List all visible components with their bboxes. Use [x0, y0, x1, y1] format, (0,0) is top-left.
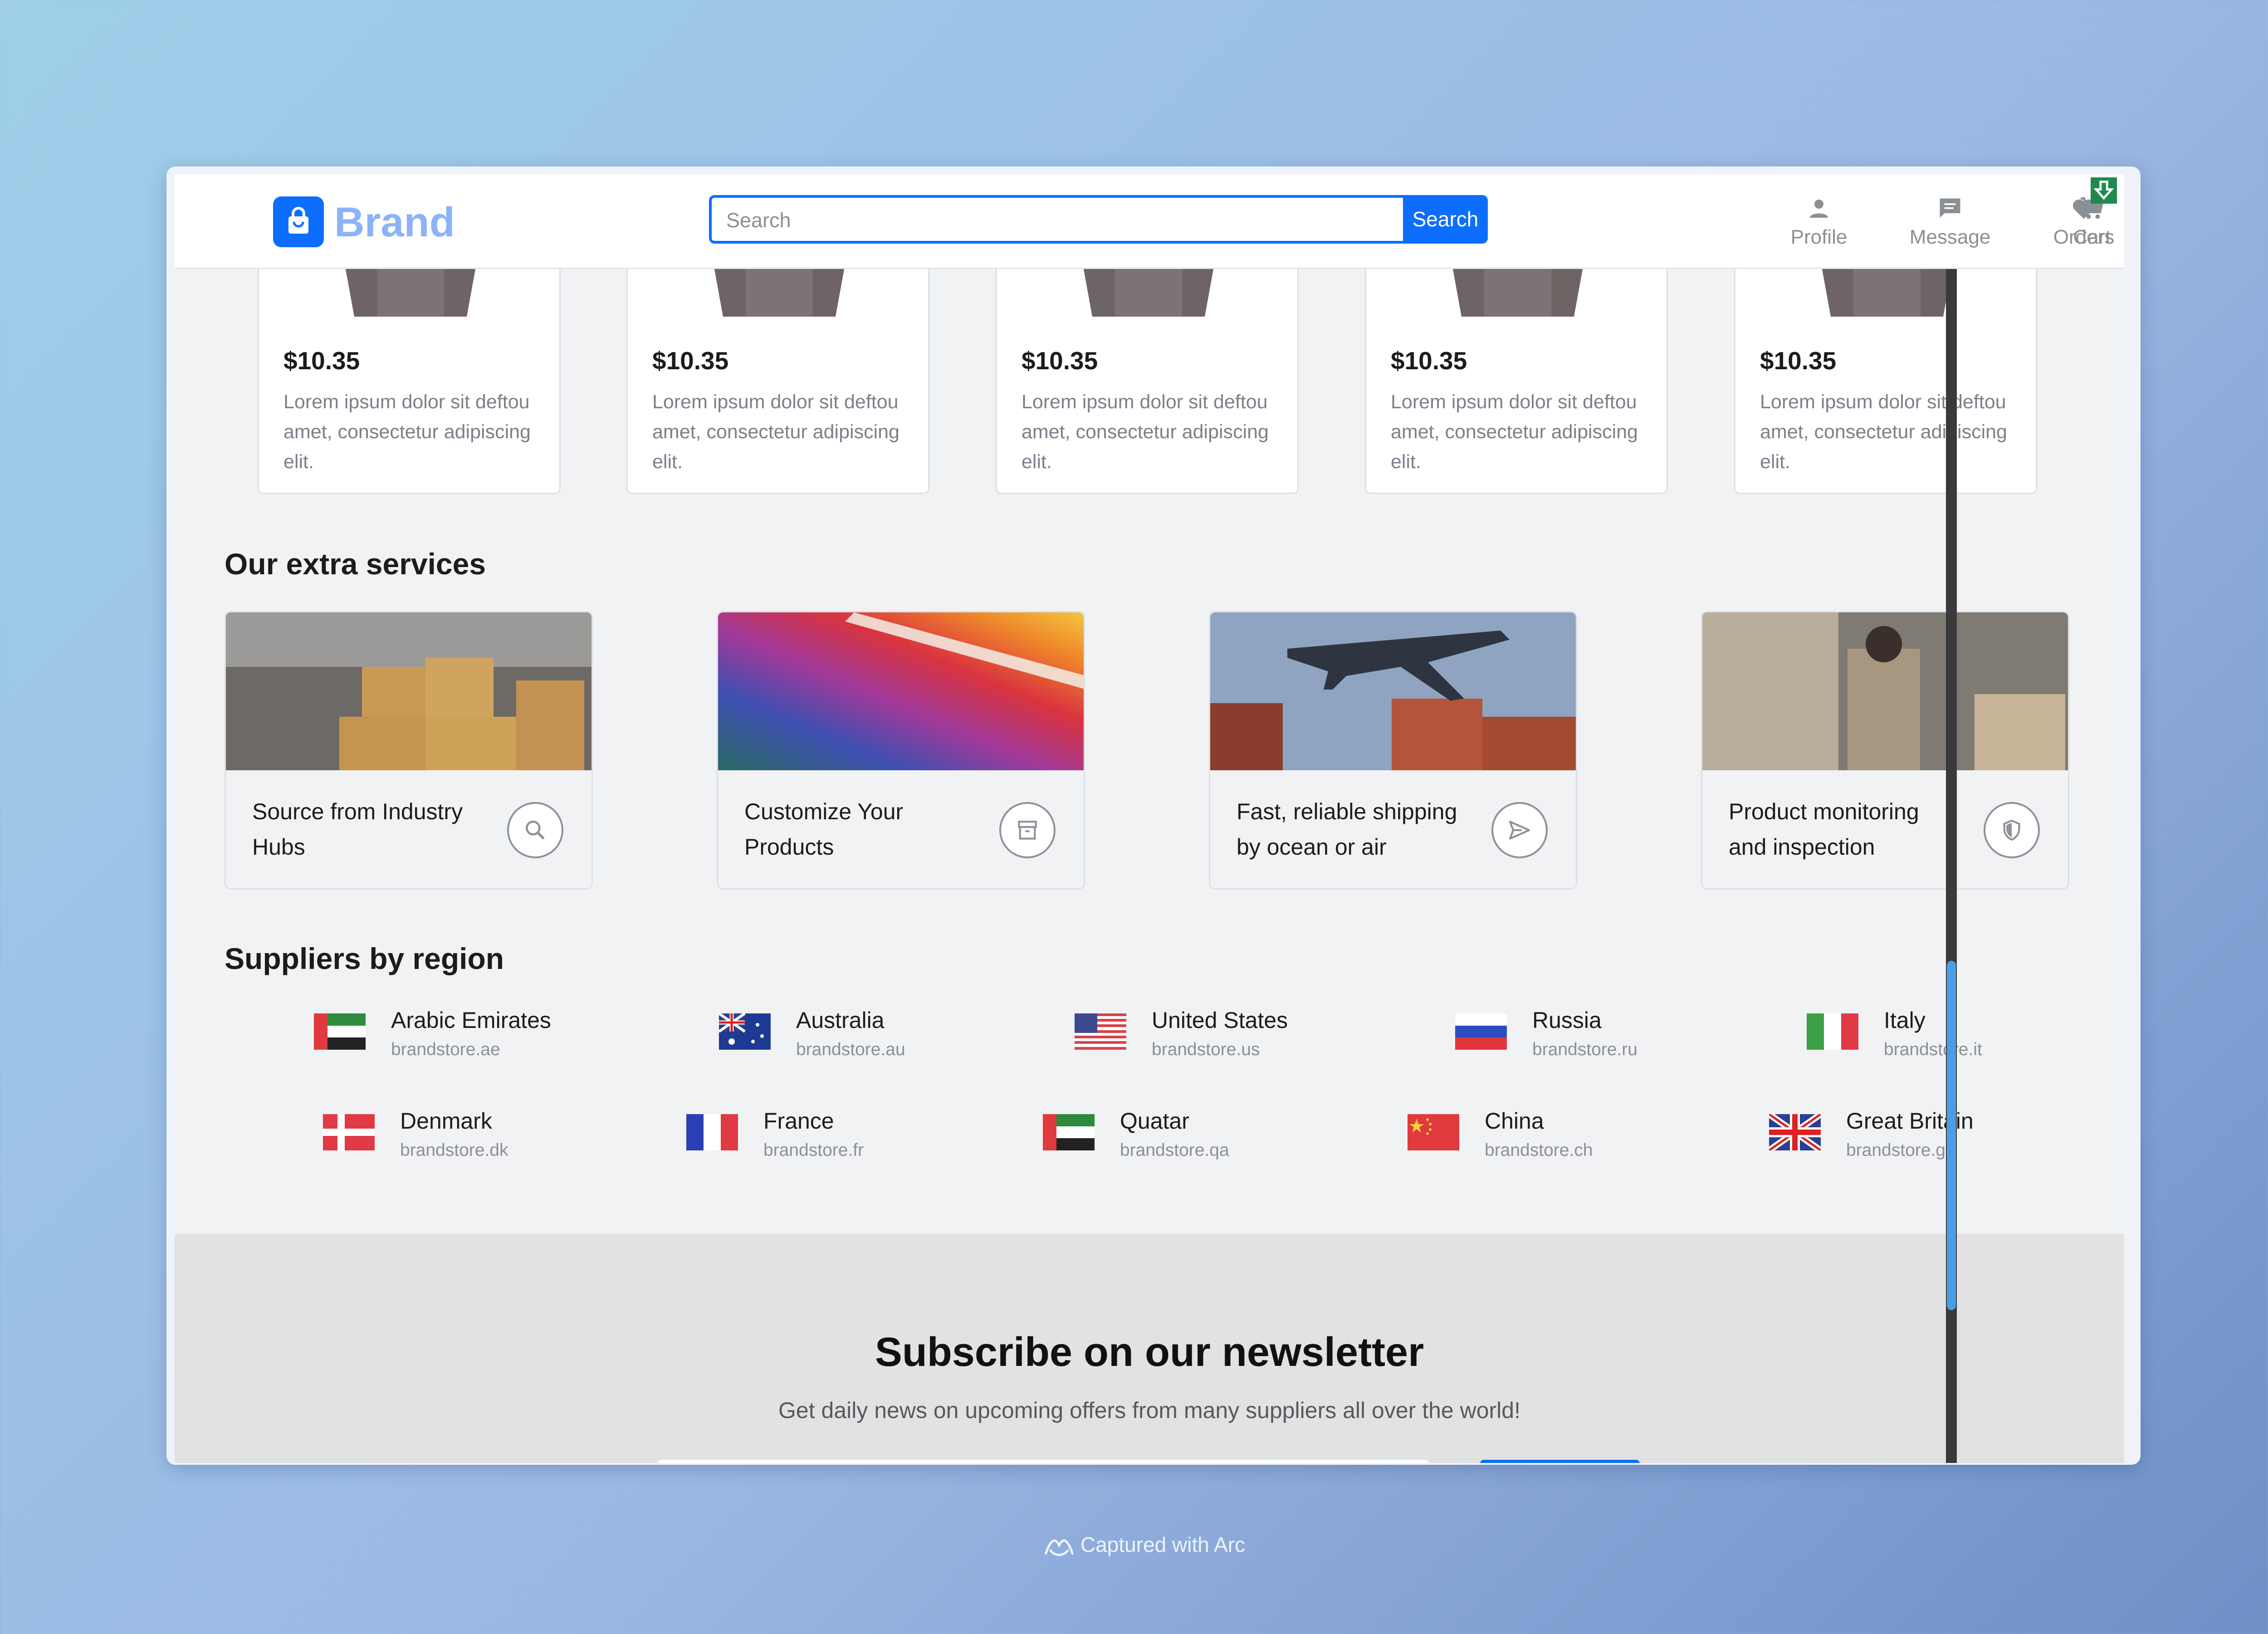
arc-capture-label: Captured with Arc — [1043, 1532, 1245, 1559]
region-item-au[interactable]: Australia brandstore.au — [719, 1007, 1036, 1071]
search-icon[interactable] — [507, 802, 563, 858]
region-name: Denmark — [400, 1108, 492, 1134]
region-site[interactable]: brandstore.fr — [763, 1140, 864, 1160]
region-name: Italy — [1884, 1008, 1926, 1033]
person-icon — [1810, 200, 1828, 218]
region-site[interactable]: brandstore.ae — [391, 1040, 500, 1060]
service-label: Product monitoring and inspection — [1729, 799, 1919, 860]
service-card[interactable]: Source from Industry Hubs — [225, 611, 593, 890]
region-item-ru[interactable]: Russia brandstore.ru — [1455, 1007, 1773, 1071]
flag-russia-icon — [1455, 1013, 1507, 1050]
region-name: France — [763, 1108, 834, 1134]
nav-profile[interactable]: Profile — [1767, 195, 1871, 254]
send-icon[interactable] — [1491, 802, 1548, 858]
archive-icon[interactable] — [999, 802, 1056, 858]
search-placeholder: Search — [726, 209, 791, 232]
product-description: Lorem ipsum dolor sit deftou amet, conse… — [1391, 391, 1638, 473]
brand-logo-icon[interactable] — [273, 196, 324, 247]
newsletter-title: Subscribe on our newsletter — [875, 1330, 1424, 1375]
arc-capture-text: Captured with Arc — [1080, 1533, 1246, 1556]
region-item-fr[interactable]: France brandstore.fr — [686, 1108, 1004, 1171]
nav-label: Profile — [1790, 226, 1848, 248]
newsletter-subtitle: Get daily news on upcoming offers from m… — [778, 1398, 1520, 1423]
nav-message[interactable]: Message — [1898, 195, 2002, 254]
service-label: Customize Your Products — [744, 799, 904, 860]
region-item-ae[interactable]: Arabic Emirates brandstore.ae — [314, 1007, 631, 1071]
service-card[interactable]: Product monitoring and inspection — [1701, 611, 2069, 890]
product-price: $10.35 — [652, 347, 729, 375]
region-site[interactable]: brandstore.ru — [1532, 1040, 1637, 1060]
nav-label: Message — [1909, 226, 1991, 248]
plane-containers-image — [1210, 612, 1576, 770]
newsletter-email-input[interactable] — [658, 1460, 1429, 1463]
product-description: Lorem ipsum dolor sit deftou amet, conse… — [284, 391, 531, 473]
nav-label: Cart — [2073, 226, 2111, 248]
region-site[interactable]: brandstore.gb — [1846, 1140, 1955, 1160]
newsletter-subscribe-button[interactable] — [1480, 1460, 1640, 1463]
color-swatches-image — [718, 612, 1084, 770]
services-heading: Our extra services — [225, 547, 486, 581]
region-site[interactable]: brandstore.it — [1884, 1040, 1982, 1060]
region-name: Australia — [796, 1008, 885, 1033]
shield-icon[interactable] — [1984, 802, 2040, 858]
service-label: Source from Industry Hubs — [252, 799, 463, 860]
flag-uae-icon — [314, 1013, 366, 1050]
flag-uk-icon — [1769, 1114, 1821, 1150]
scrollbar-thumb[interactable] — [1947, 961, 1956, 1310]
region-site[interactable]: brandstore.qa — [1120, 1140, 1229, 1160]
product-description: Lorem ipsum dolor sit deftou amet, conse… — [1022, 391, 1269, 473]
region-item-it[interactable]: Italy brandstore.it — [1807, 1007, 2124, 1071]
region-name: Arabic Emirates — [391, 1008, 551, 1033]
search-input[interactable]: Search — [709, 195, 1403, 244]
brand-name[interactable]: Brand — [334, 197, 455, 247]
service-card[interactable]: Fast, reliable shipping by ocean or air — [1209, 611, 1577, 890]
flag-france-icon — [686, 1114, 738, 1150]
newsletter-section: Subscribe on our newsletter Get daily ne… — [175, 1234, 2124, 1463]
message-icon — [1940, 198, 1960, 218]
product-description: Lorem ipsum dolor sit deftou amet, conse… — [652, 391, 899, 473]
product-price: $10.35 — [284, 347, 360, 375]
region-item-us[interactable]: United States brandstore.us — [1075, 1007, 1392, 1071]
flag-australia-icon — [719, 1013, 771, 1050]
flag-china-icon — [1408, 1114, 1459, 1150]
arc-logo-icon — [1044, 1539, 1074, 1556]
region-site[interactable]: brandstore.dk — [400, 1140, 508, 1160]
region-name: China — [1485, 1108, 1544, 1134]
region-item-qa[interactable]: Quatar brandstore.qa — [1043, 1108, 1360, 1171]
site-header: Brand Search Search Profile Message Orde… — [175, 175, 2124, 269]
nav-cart[interactable]: Cart — [2040, 195, 2124, 254]
region-name: Russia — [1532, 1008, 1602, 1033]
flag-usa-icon — [1075, 1013, 1126, 1050]
region-site[interactable]: brandstore.ch — [1485, 1140, 1593, 1160]
page-viewport: $10.35 Lorem ipsum dolor sit deftou amet… — [175, 175, 2124, 1463]
service-card[interactable]: Customize Your Products — [717, 611, 1085, 890]
region-item-gb[interactable]: Great Britain brandstore.gb — [1769, 1108, 2087, 1171]
search-button[interactable]: Search — [1403, 195, 1488, 244]
regions-heading: Suppliers by region — [225, 942, 504, 975]
region-site[interactable]: brandstore.us — [1152, 1040, 1260, 1060]
region-site[interactable]: brandstore.au — [796, 1040, 905, 1060]
product-price: $10.35 — [1022, 347, 1098, 375]
flag-italy-icon — [1807, 1013, 1858, 1050]
service-label: Fast, reliable shipping by ocean or air — [1237, 799, 1457, 860]
region-item-cn[interactable]: China brandstore.ch — [1408, 1108, 1725, 1171]
region-item-dk[interactable]: Denmark brandstore.dk — [323, 1108, 640, 1171]
product-price: $10.35 — [1391, 347, 1467, 375]
download-extension-icon[interactable] — [2091, 177, 2117, 204]
flag-denmark-icon — [323, 1114, 375, 1150]
region-name: United States — [1152, 1008, 1288, 1033]
inspection-worker-image — [1702, 612, 2068, 770]
warehouse-boxes-image — [226, 612, 591, 770]
region-name: Quatar — [1120, 1108, 1189, 1134]
product-price: $10.35 — [1760, 347, 1837, 375]
flag-qatar-icon — [1043, 1114, 1095, 1150]
product-description: Lorem ipsum dolor sit deftou amet, conse… — [1760, 391, 2007, 473]
